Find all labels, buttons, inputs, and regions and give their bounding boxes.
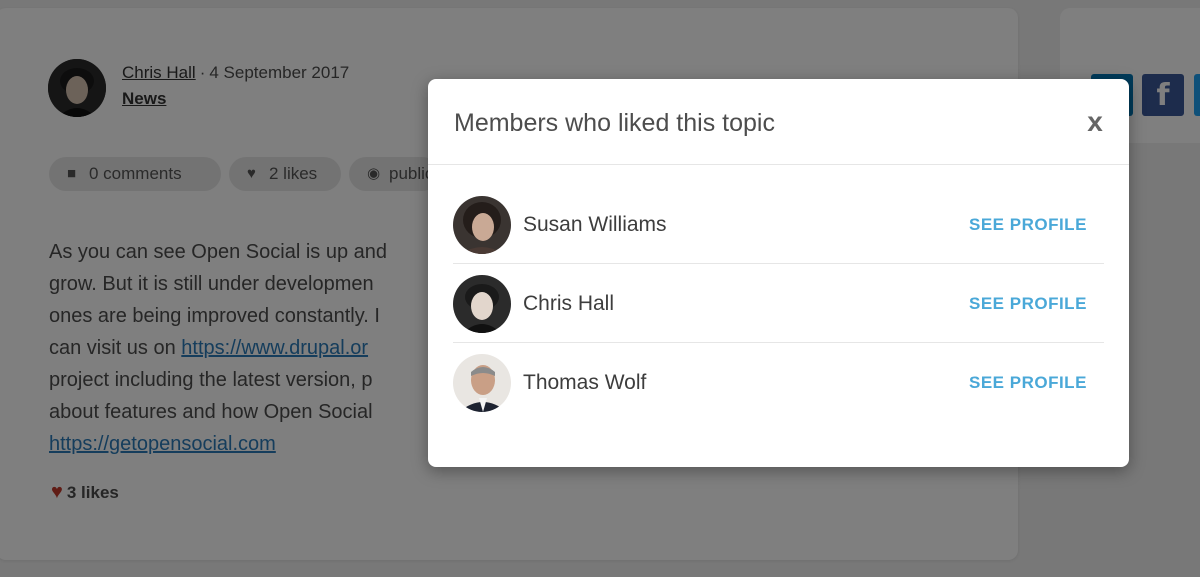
member-name: Chris Hall xyxy=(523,292,615,315)
member-name: Susan Williams xyxy=(523,213,667,236)
see-profile-link[interactable]: SEE PROFILE xyxy=(969,215,1087,235)
list-item: Chris Hall SEE PROFILE xyxy=(453,264,1104,343)
list-item: Thomas Wolf SEE PROFILE xyxy=(453,343,1104,422)
close-icon[interactable]: x xyxy=(1080,107,1110,137)
avatar[interactable] xyxy=(453,354,511,412)
see-profile-link[interactable]: SEE PROFILE xyxy=(969,294,1087,314)
avatar[interactable] xyxy=(453,275,511,333)
avatar[interactable] xyxy=(453,196,511,254)
list-item: Susan Williams SEE PROFILE xyxy=(453,185,1104,264)
see-profile-link[interactable]: SEE PROFILE xyxy=(969,373,1087,393)
member-name: Thomas Wolf xyxy=(523,371,647,394)
modal-title: Members who liked this topic xyxy=(454,109,775,137)
likes-modal: Members who liked this topic x Susan Wil… xyxy=(428,79,1129,467)
modal-header: Members who liked this topic x xyxy=(428,79,1129,165)
